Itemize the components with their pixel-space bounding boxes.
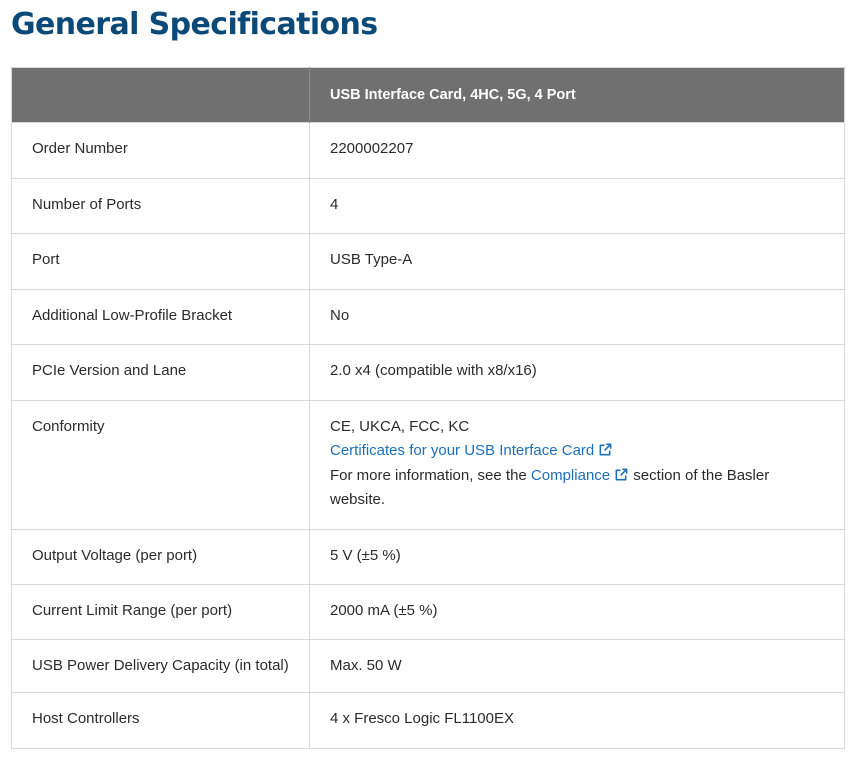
row-value: 2.0 x4 (compatible with x8/x16): [309, 344, 845, 400]
row-label: PCIe Version and Lane: [11, 344, 310, 400]
certificates-link-label: Certificates for your USB Interface Card: [330, 442, 595, 459]
compliance-link-label: Compliance: [530, 466, 611, 484]
general-specifications-table: USB Interface Card, 4HC, 5G, 4 Port Orde…: [11, 67, 845, 749]
header-product-name: USB Interface Card, 4HC, 5G, 4 Port: [309, 67, 845, 123]
row-value: No: [309, 288, 845, 345]
table-row-host-controllers: Host Controllers 4 x Fresco Logic FL1100…: [11, 692, 845, 748]
info-prefix: For more information, see the: [330, 466, 531, 484]
table-row-conformity: Conformity CE, UKCA, FCC, KC Certificate…: [11, 399, 845, 529]
row-label: Additional Low-Profile Bracket: [11, 288, 310, 345]
table-row-pcie-version: PCIe Version and Lane 2.0 x4 (compatible…: [11, 344, 845, 400]
row-value: 4 x Fresco Logic FL1100EX: [309, 692, 845, 748]
table-row-power-delivery: USB Power Delivery Capacity (in total) M…: [11, 638, 845, 693]
row-label: Port: [11, 233, 310, 289]
table-row-low-profile-bracket: Additional Low-Profile Bracket No: [11, 288, 845, 345]
row-label: Output Voltage (per port): [11, 528, 310, 585]
external-link-icon: [599, 443, 612, 456]
table-header-row: USB Interface Card, 4HC, 5G, 4 Port: [11, 67, 845, 123]
table-row-port: Port USB Type-A: [11, 233, 845, 289]
compliance-link[interactable]: Compliance: [531, 467, 629, 484]
row-label: Number of Ports: [11, 177, 310, 234]
external-link-icon: [615, 468, 628, 480]
row-value: 2200002207: [309, 122, 845, 178]
row-label: USB Power Delivery Capacity (in total): [11, 638, 310, 693]
table-row-output-voltage: Output Voltage (per port) 5 V (±5 %): [11, 528, 845, 585]
row-value: 2000 mA (±5 %): [309, 584, 845, 639]
page-title: General Specifications: [11, 7, 378, 42]
row-label: Conformity: [11, 399, 310, 529]
row-label: Host Controllers: [11, 692, 310, 748]
table-row-current-limit: Current Limit Range (per port) 2000 mA (…: [11, 584, 845, 639]
certificates-link[interactable]: Certificates for your USB Interface Card: [330, 442, 613, 459]
row-label: Order Number: [11, 122, 310, 178]
row-value: CE, UKCA, FCC, KC Certificates for your …: [309, 399, 845, 529]
row-value: 5 V (±5 %): [309, 528, 845, 585]
header-blank-cell: [11, 67, 310, 123]
conformity-marks: CE, UKCA, FCC, KC: [330, 417, 470, 435]
row-value: Max. 50 W: [309, 638, 845, 693]
row-label: Current Limit Range (per port): [11, 584, 310, 639]
table-row-number-of-ports: Number of Ports 4: [11, 177, 845, 234]
row-value: USB Type-A: [309, 233, 845, 289]
row-value: 4: [309, 177, 845, 234]
table-row-order-number: Order Number 2200002207: [11, 122, 845, 178]
